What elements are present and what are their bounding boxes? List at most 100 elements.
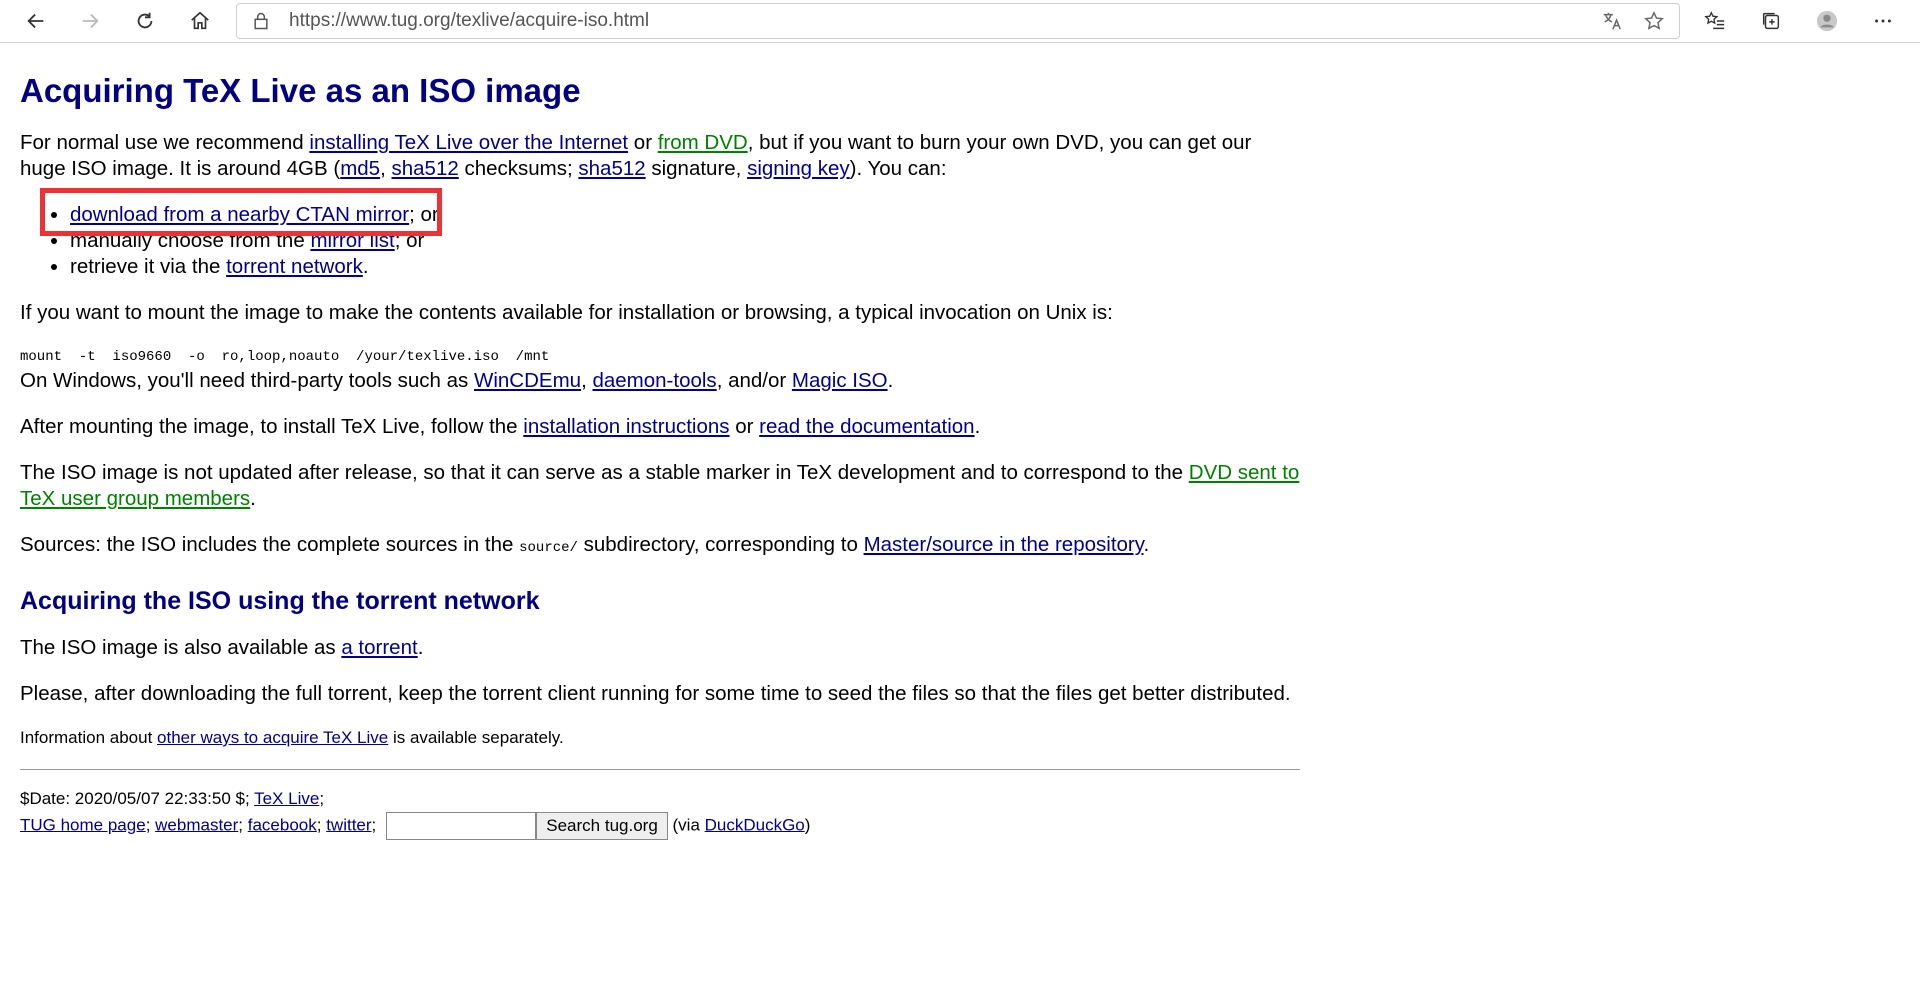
a-torrent-link[interactable]: a torrent	[341, 636, 417, 659]
search-input[interactable]	[386, 812, 537, 840]
intro-text: ,	[380, 157, 392, 180]
torrent-paragraph: The ISO image is also available as a tor…	[20, 635, 1300, 661]
lock-icon	[254, 12, 268, 30]
home-icon	[191, 11, 209, 30]
profile-button[interactable]	[1807, 3, 1847, 39]
read-documentation-link[interactable]: read the documentation	[759, 415, 974, 438]
ctan-mirror-link[interactable]: download from a nearby CTAN mirror	[70, 203, 409, 226]
windows-text: ,	[581, 369, 593, 392]
list-item: download from a nearby CTAN mirror; or	[70, 202, 1300, 228]
intro-paragraph: For normal use we recommend installing T…	[20, 130, 1300, 182]
favorite-star-icon[interactable]	[1643, 10, 1665, 32]
other-ways-link[interactable]: other ways to acquire TeX Live	[157, 728, 388, 747]
separator: ;	[145, 815, 156, 835]
info-paragraph: Information about other ways to acquire …	[20, 727, 1300, 749]
info-text: Information about	[20, 728, 158, 747]
refresh-icon	[137, 12, 153, 29]
duckduckgo-link[interactable]: DuckDuckGo	[705, 815, 805, 834]
option-suffix: ; or	[409, 203, 439, 226]
mirror-list-link[interactable]: mirror list	[310, 229, 394, 252]
mount-text: If you want to mount the image to make t…	[20, 301, 1113, 324]
search-button[interactable]: Search tug.org	[536, 812, 668, 840]
separator: ;	[319, 789, 325, 808]
after-text: or	[729, 415, 760, 438]
tug-home-link[interactable]: TUG home page	[20, 815, 146, 834]
sources-text: .	[1143, 533, 1150, 556]
after-text: .	[974, 415, 981, 438]
date-stamp: $Date: 2020/05/07 22:33:50 $;	[20, 789, 255, 808]
separator: ;	[316, 815, 327, 835]
texlive-link[interactable]: TeX Live	[254, 789, 319, 808]
option-prefix: manually choose from the	[70, 229, 311, 252]
info-text: is available separately.	[388, 728, 564, 747]
collections-button[interactable]	[1751, 3, 1791, 39]
intro-text: signature,	[645, 157, 748, 180]
translate-icon[interactable]	[1601, 10, 1623, 32]
url-text: https://www.tug.org/texlive/acquire-iso.…	[289, 10, 650, 31]
source-dir-code: source/	[519, 540, 578, 556]
more-button[interactable]	[1863, 3, 1903, 39]
sha512-checksum-link[interactable]: sha512	[392, 157, 459, 180]
acquire-options-list: download from a nearby CTAN mirror; or m…	[20, 202, 1300, 280]
torrent-text: The ISO image is also available as	[20, 636, 342, 659]
intro-text: For normal use we recommend	[20, 131, 310, 154]
forward-icon	[82, 13, 99, 29]
forward-button[interactable]	[70, 3, 110, 39]
collections-icon	[1762, 12, 1780, 30]
favorites-button[interactable]	[1695, 3, 1735, 39]
master-source-link[interactable]: Master/source in the repository	[864, 533, 1144, 556]
option-suffix: ; or	[394, 229, 425, 252]
iso-note-text: .	[250, 487, 256, 510]
torrent-heading: Acquiring the ISO using the torrent netw…	[20, 587, 540, 615]
md5-link[interactable]: md5	[340, 157, 380, 180]
seed-paragraph: Please, after downloading the full torre…	[20, 682, 1291, 705]
mount-command: mount -t iso9660 -o ro,loop,noauto /your…	[20, 349, 550, 365]
signing-key-link[interactable]: signing key	[747, 157, 850, 180]
after-text: After mounting the image, to install TeX…	[20, 415, 524, 438]
option-prefix: retrieve it via the	[70, 255, 227, 278]
page-content: Acquiring TeX Live as an ISO image For n…	[20, 43, 1300, 840]
windows-text: On Windows, you'll need third-party tool…	[20, 369, 474, 392]
footer: $Date: 2020/05/07 22:33:50 $; TeX Live; …	[20, 786, 1300, 840]
home-button[interactable]	[180, 3, 220, 39]
windows-text: .	[887, 369, 894, 392]
installation-instructions-link[interactable]: installation instructions	[523, 415, 729, 438]
separator: ;	[238, 815, 248, 835]
page-title: Acquiring TeX Live as an ISO image	[20, 72, 581, 109]
intro-text: ). You can:	[849, 157, 947, 180]
list-item: manually choose from the mirror list; or	[70, 228, 1300, 254]
wincdemu-link[interactable]: WinCDEmu	[474, 369, 581, 392]
torrent-network-link[interactable]: torrent network	[226, 255, 363, 278]
refresh-button[interactable]	[125, 3, 165, 39]
footer-line-1: $Date: 2020/05/07 22:33:50 $; TeX Live;	[20, 786, 1300, 812]
separator: ;	[371, 815, 377, 835]
sources-text: subdirectory, corresponding to	[577, 533, 864, 556]
daemon-tools-link[interactable]: daemon-tools	[592, 369, 716, 392]
profile-icon	[1816, 10, 1838, 32]
magic-iso-link[interactable]: Magic ISO	[792, 369, 888, 392]
facebook-link[interactable]: facebook	[248, 815, 317, 834]
back-icon	[27, 13, 44, 29]
webmaster-link[interactable]: webmaster	[155, 815, 238, 834]
via-text: (via	[667, 815, 705, 835]
iso-note-text: The ISO image is not updated after relea…	[20, 461, 1189, 484]
torrent-text: .	[417, 636, 424, 659]
footer-line-2: TUG home page; webmaster; facebook; twit…	[20, 812, 1300, 840]
address-bar[interactable]: https://www.tug.org/texlive/acquire-iso.…	[236, 3, 1680, 39]
browser-toolbar: https://www.tug.org/texlive/acquire-iso.…	[0, 0, 1920, 43]
mount-paragraph: If you want to mount the image to make t…	[20, 300, 1300, 326]
option-suffix: .	[362, 255, 369, 278]
sha512-signature-link[interactable]: sha512	[578, 157, 645, 180]
back-button[interactable]	[16, 3, 56, 39]
more-icon	[1875, 19, 1891, 23]
list-item: retrieve it via the torrent network.	[70, 254, 1300, 280]
twitter-link[interactable]: twitter	[326, 815, 371, 834]
intro-text: or	[628, 131, 658, 154]
windows-text: , and/or	[716, 369, 792, 392]
from-dvd-link[interactable]: from DVD	[658, 131, 748, 154]
intro-text: checksums;	[458, 157, 579, 180]
install-internet-link[interactable]: installing TeX Live over the Internet	[309, 131, 628, 154]
sources-text: Sources: the ISO includes the complete s…	[20, 533, 520, 556]
favorites-list-icon	[1704, 11, 1725, 30]
sources-paragraph: Sources: the ISO includes the complete s…	[20, 532, 1300, 561]
